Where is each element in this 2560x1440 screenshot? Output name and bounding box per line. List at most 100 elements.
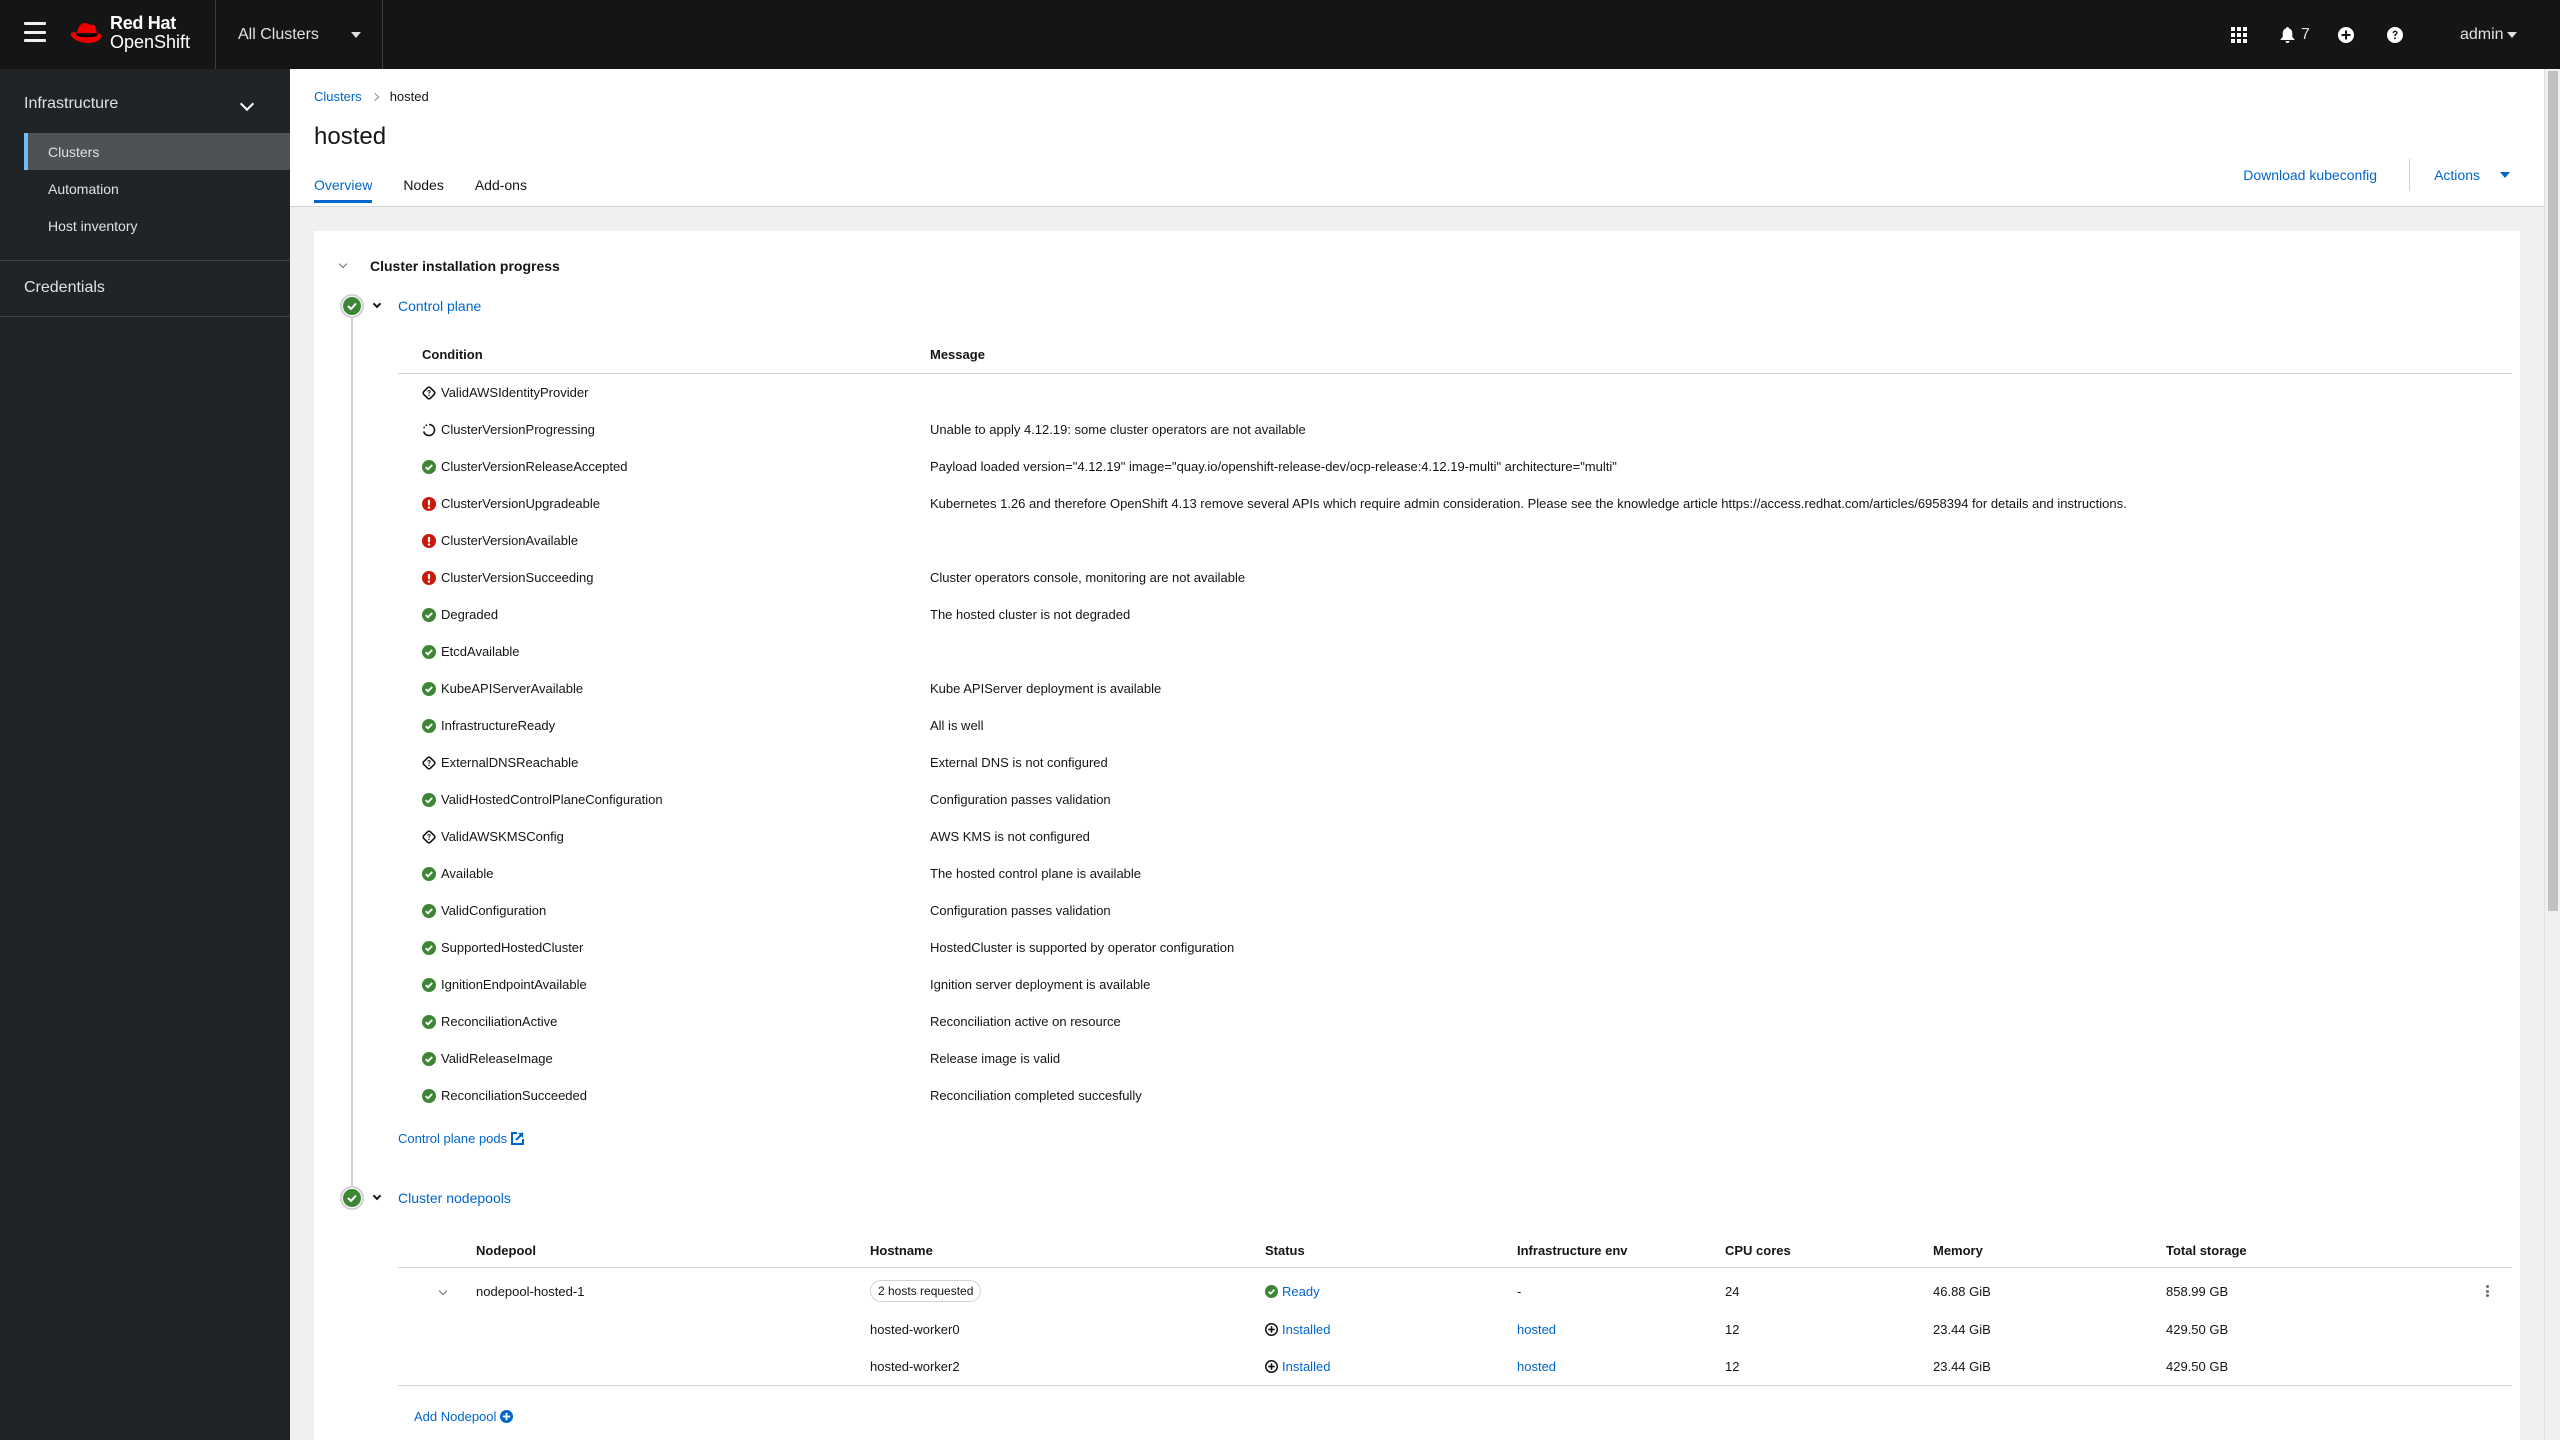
red-hat-fedora-icon <box>70 22 102 43</box>
step-cluster-nodepools[interactable]: Cluster nodepools <box>340 1186 511 1210</box>
host-infra-env-link[interactable]: hosted <box>1517 1311 1556 1348</box>
condition-name: KubeAPIServerAvailable <box>441 681 584 696</box>
sidebar-item-host-inventory[interactable]: Host inventory <box>24 207 290 244</box>
host-infra-env-link[interactable]: hosted <box>1517 1348 1556 1385</box>
host-cpu: 12 <box>1725 1322 1740 1337</box>
status-icon <box>422 866 436 881</box>
chevron-down-icon <box>338 259 348 269</box>
condition-row: ValidReleaseImage Release image is valid <box>422 1040 2512 1077</box>
sidebar-item-clusters[interactable]: Clusters <box>24 133 290 170</box>
installed-icon <box>1265 1360 1278 1373</box>
tab-overview[interactable]: Overview <box>314 177 373 203</box>
chevron-down-icon[interactable] <box>239 96 255 112</box>
notifications-button[interactable]: 7 <box>2280 0 2310 69</box>
plus-circle-icon <box>2338 26 2354 43</box>
step-control-plane[interactable]: Control plane <box>340 294 481 318</box>
page-title: hosted <box>314 123 387 150</box>
app-launcher-button[interactable] <box>2231 0 2247 69</box>
host-status[interactable]: Installed <box>1265 1348 1330 1385</box>
condition-cell: ClusterVersionProgressing <box>422 422 930 437</box>
host-status[interactable]: Installed <box>1265 1311 1330 1348</box>
cluster-switcher[interactable]: All Clusters <box>238 0 361 69</box>
nodepool-name: nodepool-hosted-1 <box>476 1283 585 1299</box>
condition-cell: Available <box>422 866 930 881</box>
divider <box>0 316 290 317</box>
in-progress-icon <box>422 423 436 436</box>
condition-message: The hosted control plane is available <box>930 866 1142 881</box>
help-button[interactable] <box>2387 0 2403 69</box>
status-icon <box>422 423 436 437</box>
condition-row: ValidAWSKMSConfig AWS KMS is not configur… <box>422 818 2512 855</box>
host-memory: 23.44 GiB <box>1933 1359 1991 1374</box>
cluster-nodepools-label: Cluster nodepools <box>398 1190 511 1206</box>
condition-cell: IgnitionEndpointAvailable <box>422 977 930 992</box>
host-hostname: hosted-worker0 <box>870 1322 960 1337</box>
user-menu[interactable]: admin <box>2460 0 2517 69</box>
check-circle-icon <box>347 1194 357 1202</box>
condition-name: EtcdAvailable <box>441 644 520 659</box>
column-header-total-storage: Total storage <box>2166 1242 2247 1258</box>
status-icon <box>422 681 436 696</box>
nodepool-status[interactable]: Ready <box>1265 1271 1320 1311</box>
exclamation-circle-icon <box>422 570 436 585</box>
divider <box>382 0 383 69</box>
add-nodepool-button[interactable]: Add Nodepool <box>414 1409 514 1424</box>
host-row: hosted-worker0 Installed hosted 12 23.44 GiB… <box>398 1311 2512 1348</box>
sidebar-item-automation[interactable]: Automation <box>24 170 290 207</box>
nodepool-cpu: 24 <box>1725 1283 1740 1299</box>
tab-nodes[interactable]: Nodes <box>403 177 443 203</box>
scrollbar-thumb[interactable] <box>2548 71 2558 911</box>
condition-name: ClusterVersionProgressing <box>441 422 595 437</box>
condition-cell: KubeAPIServerAvailable <box>422 681 930 696</box>
check-circle-icon <box>422 1014 436 1029</box>
tab-add-ons[interactable]: Add-ons <box>475 177 527 203</box>
app-launcher-icon <box>2231 26 2247 43</box>
actions-dropdown[interactable]: Actions <box>2434 167 2510 183</box>
expand-toggle[interactable] <box>438 1271 448 1311</box>
kebab-icon <box>2486 1285 2490 1297</box>
condition-name: ValidConfiguration <box>441 903 547 918</box>
sidebar: Infrastructure Clusters Automation Host … <box>0 69 290 1440</box>
divider <box>398 1385 2512 1386</box>
scrollbar[interactable] <box>2544 69 2560 1440</box>
cluster-installation-progress-toggle[interactable]: Cluster installation progress <box>338 258 560 274</box>
condition-row: ClusterVersionSucceeding Cluster operator… <box>422 559 2512 596</box>
status-icon <box>422 385 436 400</box>
condition-name: ClusterVersionUpgradeable <box>441 496 600 511</box>
logo[interactable]: Red Hat OpenShift <box>70 14 190 52</box>
menu-icon[interactable] <box>24 22 46 42</box>
actions-label: Actions <box>2434 167 2480 183</box>
notification-count: 7 <box>2301 25 2310 43</box>
sidebar-item-label: Automation <box>48 180 119 197</box>
condition-message: Kubernetes 1.26 and therefore OpenShift … <box>930 496 2127 511</box>
condition-row: InfrastructureReady All is well <box>422 707 2512 744</box>
page-header: Clusters hosted hosted Overview Nodes Ad… <box>290 69 2544 207</box>
nodepool-storage: 858.99 GB <box>2166 1283 2229 1299</box>
cluster-progress-card: Cluster installation progress Control pl… <box>314 231 2520 1440</box>
breadcrumb-clusters-link[interactable]: Clusters <box>314 89 362 104</box>
step-connector <box>351 317 353 1197</box>
exclamation-circle-icon <box>422 533 436 548</box>
control-plane-pods-link[interactable]: Control plane pods <box>398 1131 525 1146</box>
condition-row: EtcdAvailable <box>422 633 2512 670</box>
status-icon <box>422 496 436 511</box>
condition-cell: ClusterVersionAvailable <box>422 533 930 548</box>
status-icon <box>422 644 436 659</box>
nodepool-row: nodepool-hosted-1 2 hosts requested Read… <box>398 1271 2512 1311</box>
column-header-condition: Condition <box>422 347 483 362</box>
condition-row: Available The hosted control plane is ava… <box>422 855 2512 892</box>
nav-group-infrastructure[interactable]: Infrastructure <box>24 95 118 113</box>
sidebar-item-credentials[interactable]: Credentials <box>24 279 105 297</box>
quick-create-button[interactable] <box>2338 0 2354 69</box>
row-actions-button[interactable] <box>2486 1271 2490 1311</box>
condition-message: Reconciliation active on resource <box>930 1014 1121 1029</box>
add-nodepool-label: Add Nodepool <box>414 1409 497 1424</box>
sidebar-item-label: Clusters <box>48 143 100 160</box>
download-kubeconfig-button[interactable]: Download kubeconfig <box>2243 167 2377 183</box>
condition-cell: EtcdAvailable <box>422 644 930 659</box>
status-icon <box>422 533 436 548</box>
section-title: Cluster installation progress <box>370 258 560 274</box>
hosts-requested: 2 hosts requested <box>870 1271 982 1311</box>
status-icon <box>422 792 436 807</box>
condition-name: ClusterVersionSucceeding <box>441 570 594 585</box>
